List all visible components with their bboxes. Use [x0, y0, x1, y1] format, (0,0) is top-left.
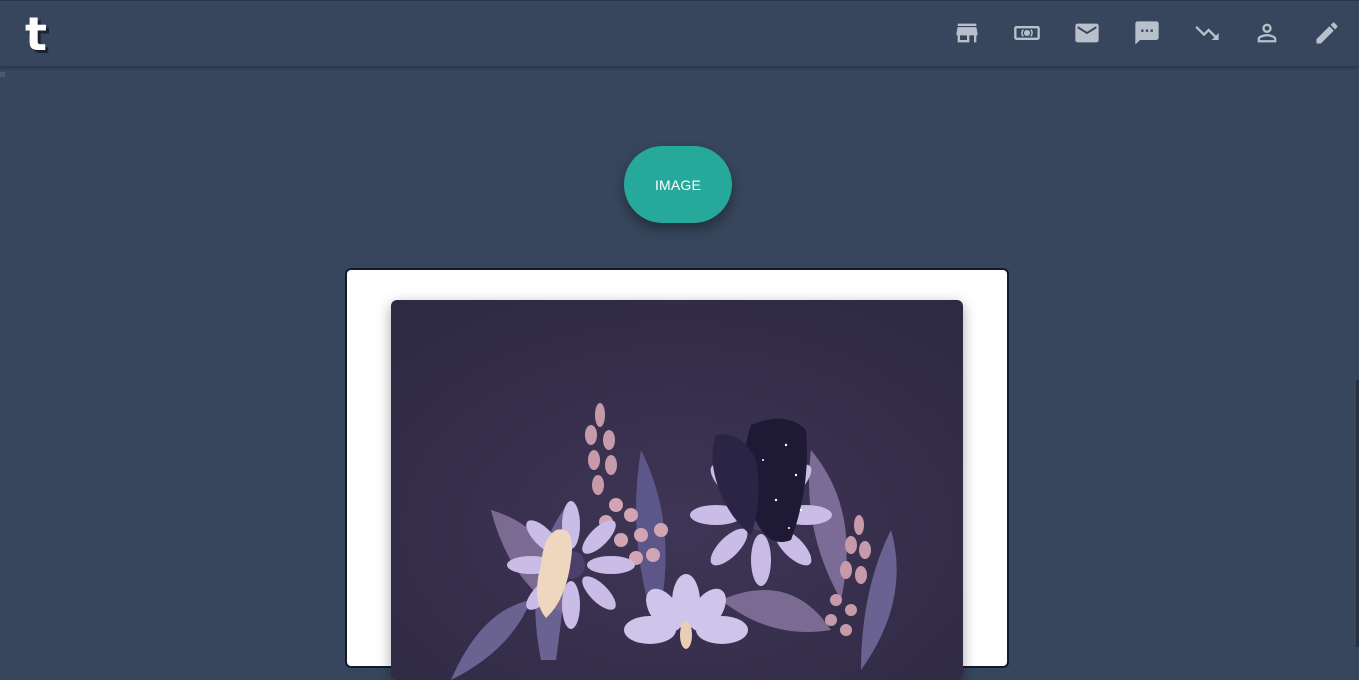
tumblr-logo[interactable]: t [18, 9, 54, 59]
store-icon[interactable] [951, 17, 983, 49]
chat-icon[interactable] [1131, 17, 1163, 49]
image-post-button[interactable]: IMAGE [624, 146, 732, 223]
account-icon[interactable] [1251, 17, 1283, 49]
edit-icon[interactable] [1311, 17, 1343, 49]
image-post-button-label: IMAGE [654, 176, 702, 193]
post-image[interactable] [391, 300, 963, 680]
floral-illustration [391, 300, 963, 680]
logo-letter: t [25, 7, 47, 61]
post-card [345, 268, 1009, 680]
live-video-icon[interactable] [1011, 17, 1043, 49]
mail-icon[interactable] [1071, 17, 1103, 49]
nav-icon-group [951, 17, 1343, 49]
corner-marker [0, 72, 5, 77]
trending-icon[interactable] [1191, 17, 1223, 49]
top-navigation-bar: t [0, 0, 1359, 66]
